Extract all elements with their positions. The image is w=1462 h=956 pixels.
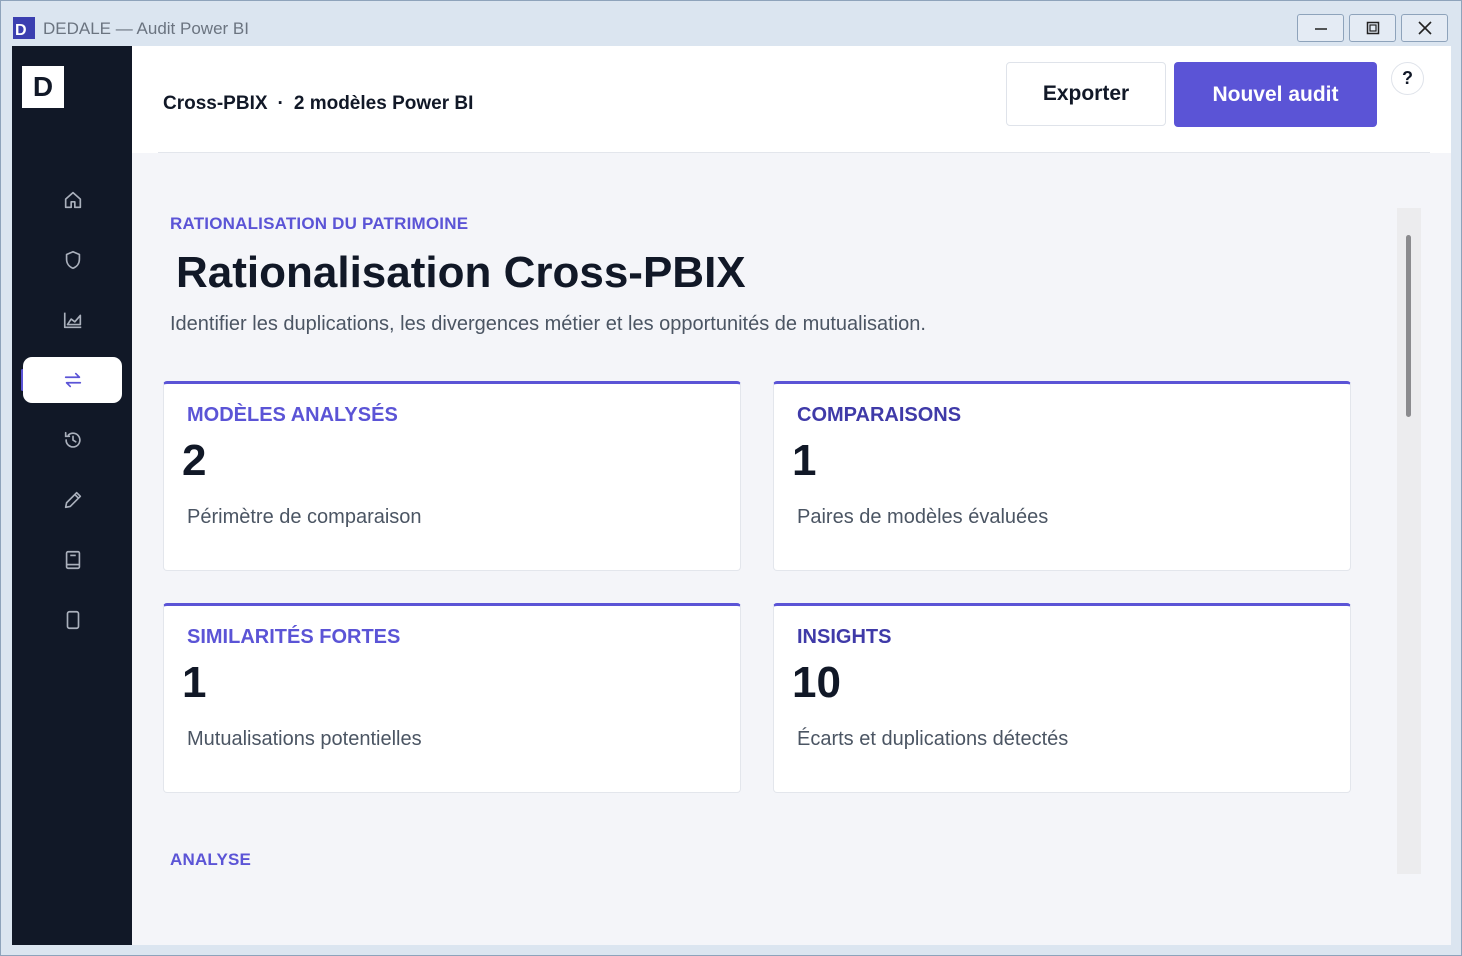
close-icon — [1417, 21, 1432, 35]
breadcrumb-detail: 2 modèles Power BI — [293, 93, 474, 114]
breadcrumb-separator: · — [277, 93, 284, 114]
app-window: D DEDALE — Audit Power BI D Cross-PBIX ·… — [0, 0, 1462, 956]
history-icon — [64, 431, 81, 448]
breadcrumb: Cross-PBIX · 2 modèles Power BI — [163, 93, 473, 115]
section-analysis-heading: ANALYSE — [170, 850, 252, 869]
sidebar-item-cross-pbix[interactable] — [23, 357, 122, 403]
kpi-caption: Écarts et duplications détectés — [797, 728, 1069, 750]
sidebar: D — [12, 46, 132, 945]
main-content: RATIONALISATION DU PATRIMOINE Rationalis… — [132, 153, 1451, 945]
app-icon: D — [13, 17, 35, 39]
sidebar-item-history[interactable] — [23, 417, 122, 463]
kpi-card-insights: INSIGHTS 10 Écarts et duplications détec… — [773, 603, 1351, 793]
kpi-label: COMPARAISONS — [797, 404, 962, 426]
kpi-label: SIMILARITÉS FORTES — [187, 626, 401, 648]
page-description: Identifier les duplications, les diverge… — [170, 313, 926, 335]
page-title: Rationalisation Cross-PBIX — [176, 248, 746, 297]
minimize-button[interactable] — [1297, 14, 1344, 42]
kpi-caption: Paires de modèles évaluées — [797, 506, 1049, 528]
shield-icon — [65, 250, 80, 270]
minimize-icon — [1314, 28, 1327, 30]
app-client-area: D Cross-PBIX · 2 modèles Power BI Export… — [12, 46, 1451, 945]
kpi-value: 1 — [792, 436, 817, 485]
scrollbar-thumb[interactable] — [1406, 235, 1411, 417]
kpi-label: INSIGHTS — [797, 626, 892, 648]
restore-icon — [1366, 21, 1379, 35]
kpi-caption: Mutualisations potentielles — [187, 728, 422, 750]
page-icon — [66, 610, 79, 630]
pencil-icon — [64, 491, 81, 509]
kpi-card-models: MODÈLES ANALYSÉS 2 Périmètre de comparai… — [163, 381, 741, 571]
kpi-caption: Périmètre de comparaison — [187, 506, 422, 528]
kpi-value: 1 — [182, 658, 207, 707]
title-bar[interactable]: D DEDALE — Audit Power BI — [1, 1, 1461, 45]
sidebar-item-edit[interactable] — [23, 477, 122, 523]
sidebar-item-home[interactable] — [23, 177, 122, 223]
close-button[interactable] — [1401, 14, 1448, 42]
sidebar-item-pages[interactable] — [23, 597, 122, 643]
compare-arrows-icon — [64, 372, 81, 388]
chart-icon — [63, 312, 81, 329]
export-button[interactable]: Exporter — [1006, 62, 1166, 126]
new-audit-button[interactable]: Nouvel audit — [1174, 62, 1377, 127]
logo: D — [22, 66, 64, 108]
kpi-card-comparisons: COMPARAISONS 1 Paires de modèles évaluée… — [773, 381, 1351, 571]
home-icon — [64, 191, 81, 209]
kpi-value: 2 — [182, 436, 207, 485]
sidebar-item-documentation[interactable] — [23, 537, 122, 583]
maximize-button[interactable] — [1349, 14, 1396, 42]
kpi-value: 10 — [792, 658, 841, 707]
top-header: Cross-PBIX · 2 modèles Power BI Exporter N… — [132, 46, 1451, 153]
window-title: DEDALE — Audit Power BI — [43, 19, 249, 38]
kpi-label: MODÈLES ANALYSÉS — [187, 404, 398, 426]
help-button[interactable]: ? — [1391, 62, 1424, 95]
sidebar-item-security[interactable] — [23, 237, 122, 283]
book-icon — [65, 550, 80, 570]
breadcrumb-scope: Cross-PBIX — [163, 93, 268, 114]
kpi-card-similarities: SIMILARITÉS FORTES 1 Mutualisations pote… — [163, 603, 741, 793]
sidebar-item-analytics[interactable] — [23, 297, 122, 343]
section-eyebrow: RATIONALISATION DU PATRIMOINE — [170, 214, 469, 233]
